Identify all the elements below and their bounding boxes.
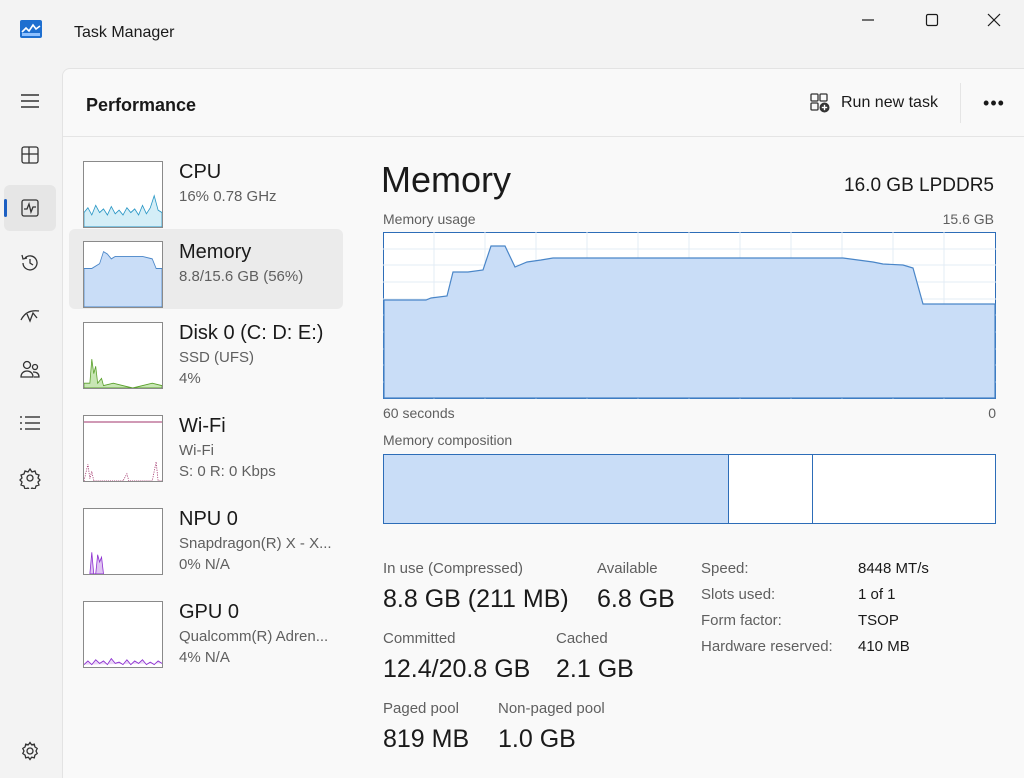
- close-icon: [987, 13, 1001, 27]
- run-new-task-button[interactable]: Run new task: [809, 91, 938, 115]
- cpu-thumbnail-graph: [83, 161, 163, 228]
- performance-icon: [21, 199, 39, 217]
- nav-processes[interactable]: [4, 132, 56, 178]
- settings-icon: [21, 741, 39, 761]
- run-new-task-icon: [810, 93, 830, 113]
- nav-settings[interactable]: [4, 728, 56, 774]
- available-value: 6.8 GB: [597, 585, 675, 613]
- composition-in-use-segment: [384, 455, 730, 523]
- startup-apps-icon: [20, 310, 40, 323]
- device-item-wifi[interactable]: Wi-Fi Wi-Fi S: 0 R: 0 Kbps: [69, 415, 343, 495]
- paged-pool-value: 819 MB: [383, 725, 470, 753]
- device-subtitle: Wi-Fi: [179, 442, 214, 459]
- committed-label: Committed: [383, 630, 456, 647]
- title-bar: Task Manager: [0, 0, 1024, 66]
- hardware-reserved-value: 410 MB: [858, 638, 910, 655]
- processes-icon: [21, 146, 39, 164]
- run-new-task-label: Run new task: [841, 94, 938, 111]
- device-usage: 4% N/A: [179, 649, 230, 666]
- page-header: Performance Run new task •••: [63, 69, 1024, 137]
- speed-value: 8448 MT/s: [858, 560, 929, 577]
- services-icon: [19, 467, 41, 489]
- device-throughput: S: 0 R: 0 Kbps: [179, 463, 276, 480]
- memory-composition-label: Memory composition: [383, 432, 513, 448]
- more-options-button[interactable]: •••: [976, 89, 1012, 117]
- minimize-icon: [862, 19, 874, 21]
- device-item-gpu[interactable]: GPU 0 Qualcomm(R) Adren... 4% N/A: [69, 601, 343, 681]
- form-factor-key: Form factor:: [701, 612, 782, 629]
- in-use-label: In use (Compressed): [383, 560, 524, 577]
- users-icon: [20, 360, 40, 378]
- speed-key: Speed:: [701, 560, 749, 577]
- device-name: GPU 0: [179, 601, 240, 623]
- wifi-thumbnail-graph: [83, 415, 163, 482]
- time-axis-start: 60 seconds: [383, 405, 455, 421]
- composition-modified-segment: [729, 455, 813, 523]
- nav-performance[interactable]: [4, 185, 56, 231]
- nav-menu-toggle[interactable]: [4, 78, 56, 124]
- slots-used-key: Slots used:: [701, 586, 776, 603]
- device-subtitle: Qualcomm(R) Adren...: [179, 628, 329, 645]
- device-subtitle: 8.8/15.6 GB (56%): [179, 268, 304, 285]
- non-paged-pool-value: 1.0 GB: [498, 725, 576, 753]
- nav-details[interactable]: [4, 400, 56, 446]
- cached-label: Cached: [556, 630, 608, 647]
- more-options-icon: •••: [983, 92, 1005, 113]
- memory-composition-bar: [383, 454, 996, 524]
- maximize-icon: [925, 13, 939, 27]
- non-paged-pool-label: Non-paged pool: [498, 700, 605, 717]
- available-label: Available: [597, 560, 658, 577]
- device-name: Memory: [179, 241, 252, 263]
- maximize-button[interactable]: [902, 0, 962, 40]
- minimize-button[interactable]: [838, 0, 898, 40]
- hamburger-menu-icon: [21, 94, 39, 108]
- device-usage: 0% N/A: [179, 556, 230, 573]
- navigation-rail: [0, 66, 62, 778]
- gpu-thumbnail-graph: [83, 601, 163, 668]
- device-item-disk[interactable]: Disk 0 (C: D: E:) SSD (UFS) 4%: [69, 322, 343, 402]
- nav-users[interactable]: [4, 346, 56, 392]
- nav-app-history[interactable]: [4, 240, 56, 286]
- app-history-icon: [21, 254, 38, 271]
- composition-standby-segment: [813, 455, 995, 523]
- close-button[interactable]: [964, 0, 1024, 40]
- main-panel: Performance Run new task ••• CPU 16% 0.7…: [62, 68, 1024, 778]
- page-title: Performance: [86, 95, 197, 115]
- device-item-npu[interactable]: NPU 0 Snapdragon(R) X - X... 0% N/A: [69, 508, 343, 588]
- memory-thumbnail-graph: [83, 241, 163, 308]
- committed-value: 12.4/20.8 GB: [383, 655, 531, 683]
- device-item-memory[interactable]: Memory 8.8/15.6 GB (56%): [69, 229, 343, 309]
- header-divider: [960, 83, 961, 123]
- device-subtitle: SSD (UFS): [179, 349, 254, 366]
- device-name: NPU 0: [179, 508, 238, 530]
- device-usage: 4%: [179, 370, 201, 387]
- cached-value: 2.1 GB: [556, 655, 634, 683]
- memory-usage-max: 15.6 GB: [942, 211, 994, 227]
- device-subtitle: Snapdragon(R) X - X...: [179, 535, 332, 552]
- device-name: CPU: [179, 161, 222, 183]
- memory-capacity: 16.0 GB LPDDR5: [844, 175, 994, 196]
- detail-title: Memory: [381, 159, 512, 200]
- details-icon: [20, 416, 40, 430]
- window-title: Task Manager: [74, 24, 175, 41]
- task-manager-app-icon: [20, 20, 42, 38]
- nav-startup-apps[interactable]: [4, 293, 56, 339]
- slots-used-value: 1 of 1: [858, 586, 896, 603]
- device-name: Wi-Fi: [179, 415, 226, 437]
- memory-usage-graph: [383, 232, 996, 399]
- hardware-reserved-key: Hardware reserved:: [701, 638, 833, 655]
- npu-thumbnail-graph: [83, 508, 163, 575]
- device-subtitle: 16% 0.78 GHz: [179, 188, 277, 205]
- nav-services[interactable]: [4, 455, 56, 501]
- form-factor-value: TSOP: [858, 612, 899, 629]
- memory-usage-label: Memory usage: [383, 211, 476, 227]
- device-name: Disk 0 (C: D: E:): [179, 322, 324, 344]
- time-axis-end: 0: [988, 405, 996, 421]
- disk-thumbnail-graph: [83, 322, 163, 389]
- paged-pool-label: Paged pool: [383, 700, 459, 717]
- in-use-value: 8.8 GB (211 MB): [383, 585, 569, 613]
